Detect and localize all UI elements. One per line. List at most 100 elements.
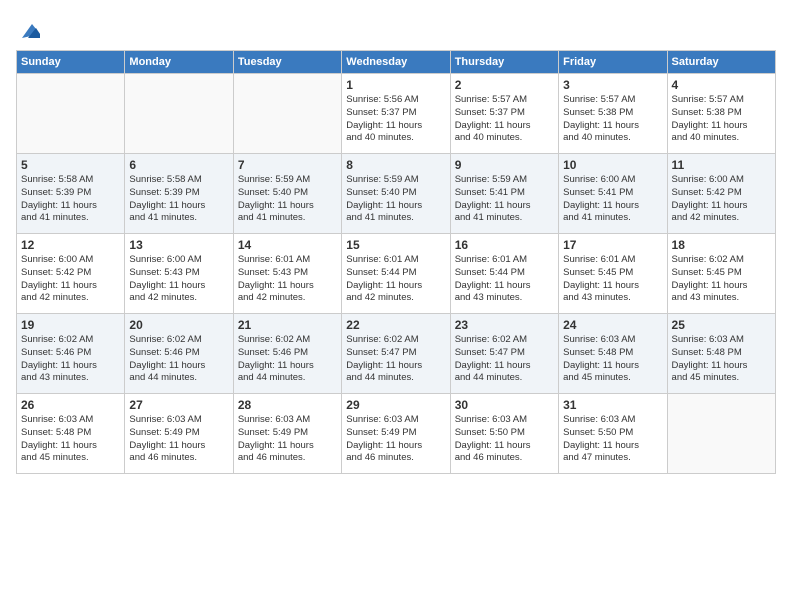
calendar-cell: 4 Sunrise: 5:57 AM Sunset: 5:38 PM Daylig…	[667, 74, 775, 154]
logo	[16, 20, 40, 42]
day-info: Sunrise: 6:01 AM Sunset: 5:43 PM Dayligh…	[238, 254, 337, 305]
day-number: 23	[455, 318, 554, 332]
calendar-cell: 23 Sunrise: 6:02 AM Sunset: 5:47 PM Dayli…	[450, 314, 558, 394]
day-info: Sunrise: 5:57 AM Sunset: 5:38 PM Dayligh…	[672, 94, 771, 145]
day-info: Sunrise: 6:02 AM Sunset: 5:46 PM Dayligh…	[21, 334, 120, 385]
day-info: Sunrise: 6:02 AM Sunset: 5:47 PM Dayligh…	[346, 334, 445, 385]
day-number: 20	[129, 318, 228, 332]
calendar-cell: 30Sunrise: 6:03 AM Sunset: 5:50 PM Dayli…	[450, 394, 558, 474]
calendar-cell: 6 Sunrise: 5:58 AM Sunset: 5:39 PM Daylig…	[125, 154, 233, 234]
day-number: 25	[672, 318, 771, 332]
calendar-cell: 28 Sunrise: 6:03 AM Sunset: 5:49 PM Dayli…	[233, 394, 341, 474]
day-info: Sunrise: 5:59 AM Sunset: 5:40 PM Dayligh…	[238, 174, 337, 225]
calendar-cell: 16 Sunrise: 6:01 AM Sunset: 5:44 PM Dayli…	[450, 234, 558, 314]
day-info: Sunrise: 6:03 AM Sunset: 5:48 PM Dayligh…	[563, 334, 662, 385]
calendar-cell: 31 Sunrise: 6:03 AM Sunset: 5:50 PM Dayli…	[559, 394, 667, 474]
calendar-cell: 17 Sunrise: 6:01 AM Sunset: 5:45 PM Dayli…	[559, 234, 667, 314]
day-number: 30	[455, 398, 554, 412]
day-info: Sunrise: 5:58 AM Sunset: 5:39 PM Dayligh…	[21, 174, 120, 225]
calendar-week-row: 5 Sunrise: 5:58 AM Sunset: 5:39 PM Daylig…	[17, 154, 776, 234]
day-info: Sunrise: 6:01 AM Sunset: 5:45 PM Dayligh…	[563, 254, 662, 305]
calendar-cell: 13Sunrise: 6:00 AM Sunset: 5:43 PM Dayli…	[125, 234, 233, 314]
day-info: Sunrise: 6:02 AM Sunset: 5:46 PM Dayligh…	[238, 334, 337, 385]
day-info: Sunrise: 5:56 AM Sunset: 5:37 PM Dayligh…	[346, 94, 445, 145]
day-info: Sunrise: 5:59 AM Sunset: 5:41 PM Dayligh…	[455, 174, 554, 225]
calendar-cell: 29Sunrise: 6:03 AM Sunset: 5:49 PM Dayli…	[342, 394, 450, 474]
day-number: 4	[672, 78, 771, 92]
day-info: Sunrise: 6:00 AM Sunset: 5:42 PM Dayligh…	[672, 174, 771, 225]
day-number: 12	[21, 238, 120, 252]
page-header	[16, 16, 776, 42]
calendar-week-row: 12 Sunrise: 6:00 AM Sunset: 5:42 PM Dayli…	[17, 234, 776, 314]
calendar-cell: 1 Sunrise: 5:56 AM Sunset: 5:37 PM Daylig…	[342, 74, 450, 154]
calendar-week-row: 19 Sunrise: 6:02 AM Sunset: 5:46 PM Dayli…	[17, 314, 776, 394]
day-info: Sunrise: 6:02 AM Sunset: 5:45 PM Dayligh…	[672, 254, 771, 305]
calendar-cell: 14 Sunrise: 6:01 AM Sunset: 5:43 PM Dayli…	[233, 234, 341, 314]
calendar-cell: 7 Sunrise: 5:59 AM Sunset: 5:40 PM Daylig…	[233, 154, 341, 234]
calendar-cell: 27Sunrise: 6:03 AM Sunset: 5:49 PM Dayli…	[125, 394, 233, 474]
calendar-cell: 12 Sunrise: 6:00 AM Sunset: 5:42 PM Dayli…	[17, 234, 125, 314]
day-info: Sunrise: 6:01 AM Sunset: 5:44 PM Dayligh…	[346, 254, 445, 305]
weekday-header: Friday	[559, 51, 667, 74]
weekday-header-row: SundayMondayTuesdayWednesdayThursdayFrid…	[17, 51, 776, 74]
calendar-cell: 25 Sunrise: 6:03 AM Sunset: 5:48 PM Dayli…	[667, 314, 775, 394]
day-number: 17	[563, 238, 662, 252]
day-number: 3	[563, 78, 662, 92]
calendar-cell: 2Sunrise: 5:57 AM Sunset: 5:37 PM Daylig…	[450, 74, 558, 154]
day-info: Sunrise: 6:03 AM Sunset: 5:49 PM Dayligh…	[129, 414, 228, 465]
day-info: Sunrise: 6:03 AM Sunset: 5:49 PM Dayligh…	[238, 414, 337, 465]
day-number: 18	[672, 238, 771, 252]
day-info: Sunrise: 6:00 AM Sunset: 5:41 PM Dayligh…	[563, 174, 662, 225]
day-info: Sunrise: 5:59 AM Sunset: 5:40 PM Dayligh…	[346, 174, 445, 225]
calendar-cell: 22 Sunrise: 6:02 AM Sunset: 5:47 PM Dayli…	[342, 314, 450, 394]
calendar-cell: 21 Sunrise: 6:02 AM Sunset: 5:46 PM Dayli…	[233, 314, 341, 394]
day-number: 14	[238, 238, 337, 252]
calendar-cell: 9Sunrise: 5:59 AM Sunset: 5:41 PM Daylig…	[450, 154, 558, 234]
day-number: 7	[238, 158, 337, 172]
day-info: Sunrise: 6:03 AM Sunset: 5:48 PM Dayligh…	[21, 414, 120, 465]
weekday-header: Monday	[125, 51, 233, 74]
day-number: 29	[346, 398, 445, 412]
day-info: Sunrise: 6:03 AM Sunset: 5:48 PM Dayligh…	[672, 334, 771, 385]
day-number: 28	[238, 398, 337, 412]
calendar-cell: 19 Sunrise: 6:02 AM Sunset: 5:46 PM Dayli…	[17, 314, 125, 394]
calendar-week-row: 1 Sunrise: 5:56 AM Sunset: 5:37 PM Daylig…	[17, 74, 776, 154]
day-number: 11	[672, 158, 771, 172]
day-number: 19	[21, 318, 120, 332]
day-number: 22	[346, 318, 445, 332]
day-number: 10	[563, 158, 662, 172]
day-info: Sunrise: 6:00 AM Sunset: 5:42 PM Dayligh…	[21, 254, 120, 305]
weekday-header: Saturday	[667, 51, 775, 74]
day-info: Sunrise: 6:02 AM Sunset: 5:47 PM Dayligh…	[455, 334, 554, 385]
calendar-cell: 26 Sunrise: 6:03 AM Sunset: 5:48 PM Dayli…	[17, 394, 125, 474]
day-info: Sunrise: 6:02 AM Sunset: 5:46 PM Dayligh…	[129, 334, 228, 385]
calendar-cell: 24Sunrise: 6:03 AM Sunset: 5:48 PM Dayli…	[559, 314, 667, 394]
calendar-cell: 18 Sunrise: 6:02 AM Sunset: 5:45 PM Dayli…	[667, 234, 775, 314]
day-number: 5	[21, 158, 120, 172]
day-number: 15	[346, 238, 445, 252]
day-number: 26	[21, 398, 120, 412]
calendar-table: SundayMondayTuesdayWednesdayThursdayFrid…	[16, 50, 776, 474]
calendar-cell: 20 Sunrise: 6:02 AM Sunset: 5:46 PM Dayli…	[125, 314, 233, 394]
calendar-cell	[125, 74, 233, 154]
calendar-week-row: 26 Sunrise: 6:03 AM Sunset: 5:48 PM Dayli…	[17, 394, 776, 474]
day-info: Sunrise: 6:03 AM Sunset: 5:50 PM Dayligh…	[563, 414, 662, 465]
calendar-cell	[667, 394, 775, 474]
calendar-cell	[233, 74, 341, 154]
day-info: Sunrise: 6:01 AM Sunset: 5:44 PM Dayligh…	[455, 254, 554, 305]
day-info: Sunrise: 5:58 AM Sunset: 5:39 PM Dayligh…	[129, 174, 228, 225]
day-number: 31	[563, 398, 662, 412]
calendar-cell: 15 Sunrise: 6:01 AM Sunset: 5:44 PM Dayli…	[342, 234, 450, 314]
weekday-header: Thursday	[450, 51, 558, 74]
weekday-header: Wednesday	[342, 51, 450, 74]
day-number: 1	[346, 78, 445, 92]
day-number: 21	[238, 318, 337, 332]
day-number: 6	[129, 158, 228, 172]
day-info: Sunrise: 6:00 AM Sunset: 5:43 PM Dayligh…	[129, 254, 228, 305]
weekday-header: Sunday	[17, 51, 125, 74]
day-number: 2	[455, 78, 554, 92]
day-number: 8	[346, 158, 445, 172]
weekday-header: Tuesday	[233, 51, 341, 74]
day-info: Sunrise: 5:57 AM Sunset: 5:38 PM Dayligh…	[563, 94, 662, 145]
day-number: 16	[455, 238, 554, 252]
